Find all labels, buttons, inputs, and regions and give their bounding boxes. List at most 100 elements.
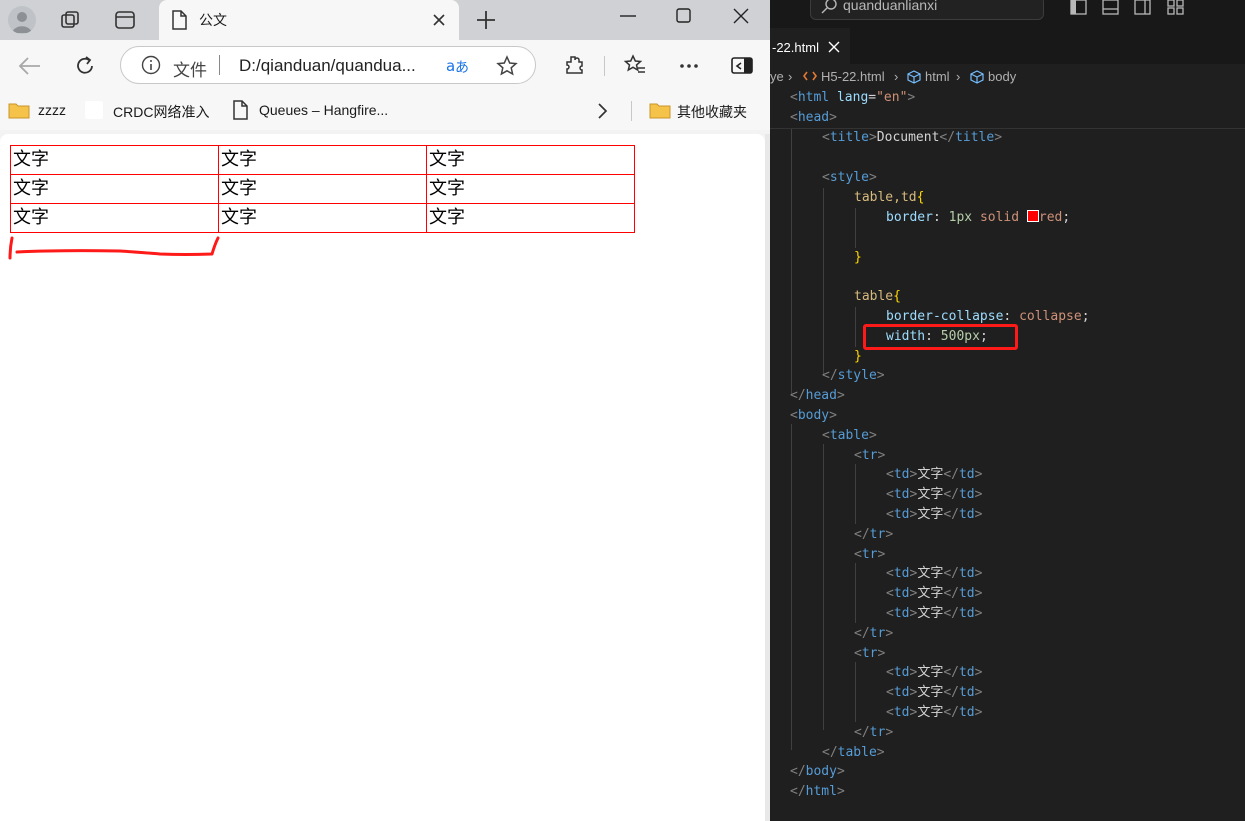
breadcrumb-item[interactable]: body [988, 69, 1016, 84]
search-icon [821, 0, 839, 15]
code-token: 文字 [917, 467, 944, 482]
minimize-icon[interactable] [620, 14, 636, 18]
code-token: td [958, 566, 975, 581]
code-token: tr [861, 448, 878, 463]
folder-icon [649, 100, 671, 120]
code-token: td [958, 665, 975, 680]
bookmarks-divider [631, 101, 632, 121]
svg-text:a: a [446, 57, 455, 75]
favorites-icon[interactable] [623, 54, 647, 76]
code-token: 文字 [917, 665, 944, 680]
browser-window: 公文 文件 D:/qianduan/quandua... a あ zzzz CR… [0, 0, 770, 821]
code-line: <td>文字</td> [886, 566, 983, 581]
code-line: <td>文字</td> [886, 705, 983, 720]
code-line: <td>文字</td> [886, 606, 983, 621]
code-token: tr [869, 626, 886, 641]
close-window-icon[interactable] [733, 8, 749, 24]
indent-guide [855, 563, 856, 623]
code-token: table [854, 289, 894, 304]
sidebar-toggle-icon[interactable] [731, 56, 753, 76]
svg-text:あ: あ [455, 60, 469, 76]
tab-title: 公文 [199, 12, 227, 28]
code-token: table,td [854, 190, 917, 205]
back-icon[interactable] [18, 56, 42, 76]
indent-guide [823, 444, 824, 730]
chevron-right-icon: › [956, 69, 961, 84]
code-area[interactable]: <html lang="en"> <head> <title>Document<… [770, 88, 1245, 821]
hand-drawn-annotation [8, 236, 220, 260]
editor-titlebar: quanduanlianxi [770, 0, 1245, 28]
code-line: </head> [790, 388, 845, 403]
customize-layout-icon[interactable] [1167, 0, 1185, 16]
code-token: td [893, 705, 910, 720]
breadcrumb: ye › H5-22.html › html › body [770, 64, 1245, 88]
code-token: td [893, 606, 910, 621]
code-line: <html lang="en"> [790, 90, 916, 105]
code-line: <style> [822, 170, 877, 185]
code-token: Document [876, 130, 940, 145]
chevron-right-icon: › [894, 69, 899, 84]
highlight-annotation-box [863, 324, 1018, 350]
editor-tab-bar: -22.html [770, 28, 1245, 65]
chevron-right-icon[interactable] [596, 102, 608, 120]
breadcrumb-item[interactable]: ye [770, 69, 784, 84]
maximize-icon[interactable] [676, 8, 692, 24]
tab-strip: 公文 [0, 0, 770, 40]
code-token: td [893, 467, 910, 482]
vertical-tabs-icon[interactable] [115, 10, 135, 30]
workspace-name: quanduanlianxi [843, 0, 938, 13]
code-line: <head> [790, 110, 837, 125]
code-token: collapse [1019, 309, 1082, 324]
code-line: table,td{ [854, 190, 925, 205]
code-token: td [958, 586, 975, 601]
profile-avatar[interactable] [8, 6, 36, 34]
code-token: tr [861, 646, 878, 661]
bookmark-label: Queues – Hangfire... [259, 102, 389, 118]
toggle-secondary-sidebar-icon[interactable] [1134, 0, 1152, 16]
code-token: html [805, 784, 837, 799]
code-token: td [958, 507, 975, 522]
indent-guide [855, 662, 856, 722]
code-line: } [854, 250, 862, 265]
code-token: 文字 [917, 487, 944, 502]
code-token: head [797, 110, 830, 125]
code-line: <table> [822, 428, 877, 443]
code-token: td [958, 685, 975, 700]
code-line: </body> [790, 764, 845, 779]
info-icon[interactable] [141, 55, 161, 75]
code-token: 文字 [917, 705, 944, 720]
bookmark-label: zzzz [38, 102, 66, 118]
read-aloud-translate-icon[interactable]: aあ [446, 56, 470, 76]
code-line: table{ [854, 289, 901, 304]
html-file-icon [803, 70, 817, 82]
toggle-panel-icon[interactable] [1102, 0, 1120, 16]
more-menu-icon[interactable] [679, 63, 699, 69]
toggle-primary-sidebar-icon[interactable] [1070, 0, 1088, 16]
breadcrumb-item[interactable]: H5-22.html [821, 69, 885, 84]
code-line: </table> [822, 745, 885, 760]
close-tab-icon[interactable] [431, 12, 447, 28]
address-bar[interactable]: 文件 D:/qianduan/quandua... aあ [120, 46, 536, 84]
favorite-star-icon[interactable] [496, 55, 518, 77]
editor-tab-active[interactable]: -22.html [770, 28, 850, 65]
code-line: } [854, 349, 862, 364]
code-line: <td>文字</td> [886, 467, 983, 482]
workspaces-icon[interactable] [60, 9, 82, 31]
address-url[interactable]: D:/qianduan/quandua... [239, 56, 416, 76]
close-icon[interactable] [828, 41, 840, 53]
code-token: tr [869, 725, 886, 740]
command-center-search[interactable]: quanduanlianxi [810, 0, 1044, 20]
code-token: td [958, 487, 975, 502]
color-swatch[interactable] [1026, 210, 1039, 222]
code-line: </html> [790, 784, 845, 799]
breadcrumb-item[interactable]: html [925, 69, 950, 84]
code-token: solid [979, 210, 1020, 225]
code-token: 文字 [917, 507, 944, 522]
code-token: tr [869, 527, 886, 542]
tab-active[interactable]: 公文 [159, 0, 459, 40]
editor-tab-label: -22.html [772, 40, 819, 55]
extensions-icon[interactable] [563, 54, 585, 76]
other-favorites-label: 其他收藏夹 [677, 104, 747, 120]
new-tab-icon[interactable] [475, 9, 497, 31]
refresh-icon[interactable] [73, 54, 97, 78]
